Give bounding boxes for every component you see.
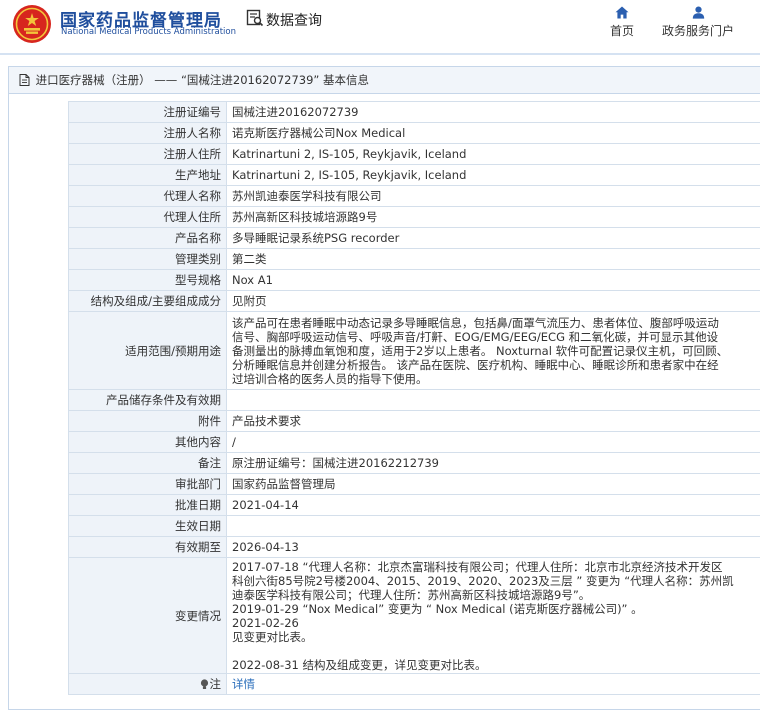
- field-label: 管理类别: [68, 248, 227, 270]
- changes-value: 2017-07-18 “代理人名称：北京杰富瑞科技有限公司；代理人住所：北京市北…: [226, 557, 760, 674]
- registrant-value: 诺克斯医疗器械公司Nox Medical: [226, 122, 760, 144]
- table-row: 注 详情: [68, 673, 760, 695]
- field-label: 审批部门: [68, 473, 227, 495]
- field-label: 生产地址: [68, 164, 227, 186]
- field-label: 注册证编号: [68, 101, 227, 123]
- field-label: 型号规格: [68, 269, 227, 291]
- note-label-cell: 注: [68, 673, 227, 695]
- scope-value: 该产品可在患者睡眠中动态记录多导睡眠信息，包括鼻/面罩气流压力、患者体位、腹部呼…: [226, 311, 760, 390]
- approval-date-value: 2021-04-14: [226, 494, 760, 516]
- field-label: 有效期至: [68, 536, 227, 558]
- data-query-icon: [246, 9, 264, 27]
- table-row: 备注 原注册证编号：国械注进20162212739: [68, 452, 760, 474]
- structure-value: 见附页: [226, 290, 760, 312]
- document-icon: [19, 74, 30, 86]
- agent-address-value: 苏州高新区科技城培源路9号: [226, 206, 760, 228]
- table-row: 代理人住所 苏州高新区科技城培源路9号: [68, 206, 760, 228]
- table-row: 审批部门 国家药品监督管理局: [68, 473, 760, 495]
- attachment-value: 产品技术要求: [226, 410, 760, 432]
- field-label: 其他内容: [68, 431, 227, 453]
- field-label: 代理人住所: [68, 206, 227, 228]
- detail-panel: 进口医疗器械（注册） —— “国械注进20162072739” 基本信息 注册证…: [8, 66, 760, 710]
- field-label: 注册人住所: [68, 143, 227, 165]
- data-query-label[interactable]: 数据查询: [266, 10, 322, 30]
- field-label: 生效日期: [68, 515, 227, 537]
- national-emblem-icon: [13, 5, 51, 43]
- home-icon: [615, 6, 629, 19]
- field-label: 备注: [68, 452, 227, 474]
- field-label: 附件: [68, 410, 227, 432]
- table-row: 管理类别 第二类: [68, 248, 760, 270]
- remark-value: 原注册证编号：国械注进20162212739: [226, 452, 760, 474]
- details-link[interactable]: 详情: [232, 677, 255, 691]
- table-row: 注册证编号 国械注进20162072739: [68, 101, 760, 123]
- storage-value: [226, 389, 760, 411]
- table-row: 有效期至 2026-04-13: [68, 536, 760, 558]
- registrant-address-value: Katrinartuni 2, IS-105, Reykjavik, Icela…: [226, 143, 760, 165]
- field-label: 产品名称: [68, 227, 227, 249]
- field-label: 适用范围/预期用途: [68, 311, 227, 390]
- table-row: 结构及组成/主要组成成分 见附页: [68, 290, 760, 312]
- user-icon: [692, 6, 704, 19]
- breadcrumb-text: 进口医疗器械（注册） —— “国械注进20162072739” 基本信息: [35, 73, 370, 87]
- agent-name-value: 苏州凯迪泰医学科技有限公司: [226, 185, 760, 207]
- nav-home[interactable]: 首页: [607, 6, 637, 39]
- product-name-value: 多导睡眠记录系统PSG recorder: [226, 227, 760, 249]
- category-value: 第二类: [226, 248, 760, 270]
- field-label: 批准日期: [68, 494, 227, 516]
- registration-info-table: 注册证编号 国械注进20162072739 注册人名称 诺克斯医疗器械公司Nox…: [68, 101, 760, 695]
- site-header: 国家药品监督管理局 National Medical Products Admi…: [0, 0, 760, 56]
- field-label: 注册人名称: [68, 122, 227, 144]
- table-row: 其他内容 /: [68, 431, 760, 453]
- table-row: 注册人名称 诺克斯医疗器械公司Nox Medical: [68, 122, 760, 144]
- site-name-en: National Medical Products Administration: [61, 27, 236, 37]
- nav-service-portal[interactable]: 政务服务门户: [660, 6, 736, 39]
- field-label: 代理人名称: [68, 185, 227, 207]
- header-divider: [0, 53, 760, 55]
- table-row: 变更情况 2017-07-18 “代理人名称：北京杰富瑞科技有限公司；代理人住所…: [68, 557, 760, 674]
- nav-service-label: 政务服务门户: [661, 24, 734, 38]
- table-row: 批准日期 2021-04-14: [68, 494, 760, 516]
- table-row: 代理人名称 苏州凯迪泰医学科技有限公司: [68, 185, 760, 207]
- field-label: 产品储存条件及有效期: [68, 389, 227, 411]
- table-row: 适用范围/预期用途 该产品可在患者睡眠中动态记录多导睡眠信息，包括鼻/面罩气流压…: [68, 311, 760, 390]
- table-row: 产品名称 多导睡眠记录系统PSG recorder: [68, 227, 760, 249]
- lightbulb-icon: [200, 679, 208, 689]
- model-value: Nox A1: [226, 269, 760, 291]
- table-row: 生效日期: [68, 515, 760, 537]
- table-row: 注册人住所 Katrinartuni 2, IS-105, Reykjavik,…: [68, 143, 760, 165]
- expiry-date-value: 2026-04-13: [226, 536, 760, 558]
- table-row: 型号规格 Nox A1: [68, 269, 760, 291]
- table-row: 生产地址 Katrinartuni 2, IS-105, Reykjavik, …: [68, 164, 760, 186]
- panel-breadcrumb: 进口医疗器械（注册） —— “国械注进20162072739” 基本信息: [9, 67, 760, 94]
- field-label: 变更情况: [68, 557, 227, 674]
- effective-date-value: [226, 515, 760, 537]
- production-address-value: Katrinartuni 2, IS-105, Reykjavik, Icela…: [226, 164, 760, 186]
- other-value: /: [226, 431, 760, 453]
- nav-home-label: 首页: [609, 24, 634, 38]
- approval-dept-value: 国家药品监督管理局: [226, 473, 760, 495]
- note-label: 注: [209, 677, 222, 691]
- table-row: 产品储存条件及有效期: [68, 389, 760, 411]
- note-value-cell: 详情: [226, 673, 760, 695]
- table-row: 附件 产品技术要求: [68, 410, 760, 432]
- reg-no-value: 国械注进20162072739: [226, 101, 760, 123]
- field-label: 结构及组成/主要组成成分: [68, 290, 227, 312]
